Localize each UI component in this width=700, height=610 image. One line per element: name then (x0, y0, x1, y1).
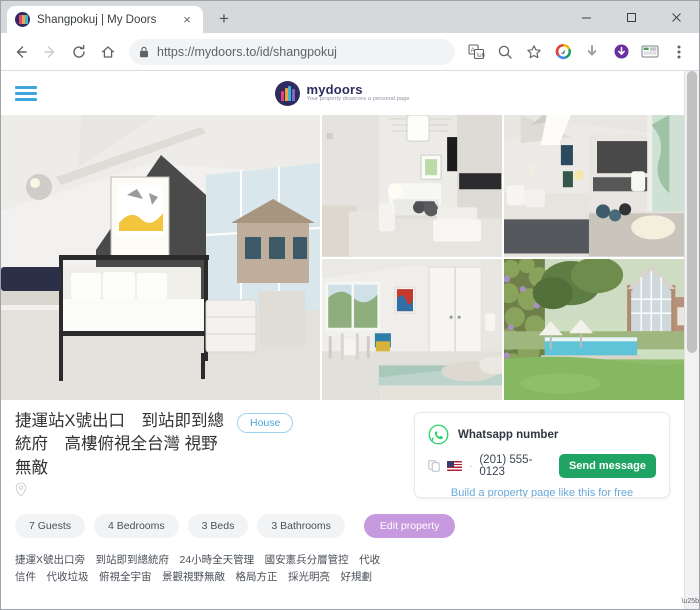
download-circle-icon (614, 44, 628, 59)
translate-icon: A\u6587 (467, 44, 485, 60)
scrollbar-thumb[interactable] (687, 71, 697, 353)
property-type-badge: House (237, 413, 294, 433)
title-row: 捷運站X號出口 到站即到總統府 高樓俯視全台灣 視野無敵 House (15, 410, 396, 480)
window-close-button[interactable] (654, 1, 699, 33)
fact-chip-beds: 3 Beds (187, 514, 249, 539)
reload-button[interactable] (65, 38, 93, 66)
tab-close-icon[interactable]: × (179, 12, 195, 28)
svg-text:\u6587: \u6587 (476, 53, 484, 59)
page-scrollbar[interactable]: \u25bc (681, 71, 699, 609)
site-brand: mydoors Your property deserves a persona… (1, 80, 684, 106)
new-tab-button[interactable]: + (211, 6, 237, 32)
scrollbar-down-arrow-icon[interactable]: \u25bc (681, 594, 699, 609)
copy-icon[interactable] (428, 460, 440, 472)
gallery-photo-living-room[interactable] (322, 115, 502, 257)
property-description: 捷運X號出口旁 到站即到總統府 24小時全天管理 國安憲兵分層管控 代收信件 代… (15, 554, 381, 584)
property-info: 捷運站X號出口 到站即到總統府 高樓俯視全台灣 視野無敵 House (15, 410, 396, 502)
home-icon (101, 45, 115, 58)
location-row (15, 482, 396, 502)
gallery-photo-bedroom[interactable] (322, 258, 502, 400)
window-minimize-button[interactable] (564, 1, 609, 33)
maximize-icon (627, 12, 636, 22)
property-facts: 7 Guests 4 Bedrooms 3 Beds 3 Bathrooms E… (1, 502, 684, 539)
url-text: https://mydoors.to/id/shangpokuj (157, 45, 337, 59)
build-page-promo-link[interactable]: Build a property page like this for free (428, 486, 656, 497)
attic-bedroom-photo (1, 115, 320, 400)
separator-dot: · (469, 460, 473, 472)
bedroom-photo (322, 258, 502, 400)
star-icon (527, 44, 541, 58)
back-arrow-icon (16, 45, 27, 58)
home-button[interactable] (94, 38, 122, 66)
location-pin-icon (15, 482, 27, 498)
kebab-menu-icon (677, 45, 681, 58)
forward-button[interactable] (36, 38, 64, 66)
browser-window: Shangpokuj | My Doors × + https://mydoor… (0, 0, 700, 610)
living-room-photo (322, 115, 502, 257)
whatsapp-phone-number: (201) 555-0123 (479, 454, 533, 478)
brand-tagline: Your property deserves a personal page (306, 95, 410, 102)
whatsapp-header: Whatsapp number (428, 424, 656, 445)
zoom-search-button[interactable] (491, 38, 519, 66)
forward-arrow-icon (44, 45, 55, 58)
extension-compass-button[interactable] (549, 38, 577, 66)
hamburger-menu-icon[interactable] (15, 85, 37, 101)
close-icon (672, 12, 681, 22)
mydoors-logo-icon (275, 80, 301, 106)
gallery-photo-garden[interactable] (504, 258, 684, 400)
browser-toolbar: https://mydoors.to/id/shangpokuj A\u6587 (1, 33, 699, 71)
fact-chip-bedrooms: 4 Bedrooms (94, 514, 179, 539)
site-header: mydoors Your property deserves a persona… (1, 71, 684, 115)
send-message-button[interactable]: Send message (558, 454, 656, 478)
download-icon (587, 44, 597, 56)
window-controls (564, 1, 699, 33)
browser-tab[interactable]: Shangpokuj | My Doors × (7, 6, 203, 33)
address-bar[interactable]: https://mydoors.to/id/shangpokuj (129, 38, 455, 65)
edit-property-button[interactable]: Edit property (363, 514, 456, 539)
gallery-grid (322, 115, 684, 400)
web-page: mydoors Your property deserves a persona… (1, 71, 684, 609)
reload-icon (73, 44, 85, 58)
whatsapp-contact-card: Whatsapp number · (201) 555-0123 Send me… (414, 412, 670, 498)
us-flag-icon (447, 461, 462, 471)
brand-name: mydoors (306, 82, 363, 98)
lounge-photo (504, 115, 684, 257)
svg-text:A: A (470, 48, 474, 54)
tab-strip: Shangpokuj | My Doors × + (1, 1, 699, 33)
whatsapp-label: Whatsapp number (458, 428, 559, 441)
back-button[interactable] (7, 38, 35, 66)
tab-favicon-icon (15, 12, 30, 27)
minimize-icon (582, 17, 591, 18)
search-icon (498, 45, 512, 59)
url-full: https://mydoors.to/id/shangpokuj (157, 44, 337, 59)
browser-viewport: mydoors Your property deserves a persona… (1, 71, 699, 609)
download-arrow-button[interactable] (578, 38, 606, 66)
whatsapp-icon (428, 424, 449, 445)
photo-gallery (1, 115, 684, 400)
whatsapp-phone-row: · (201) 555-0123 Send message (428, 454, 656, 478)
download-manager-button[interactable] (607, 38, 635, 66)
gallery-photo-lounge[interactable] (504, 115, 684, 257)
fact-chip-guests: 7 Guests (15, 514, 86, 539)
lock-icon (140, 46, 148, 57)
fact-chip-bathrooms: 3 Bathrooms (257, 514, 345, 539)
window-maximize-button[interactable] (609, 1, 654, 33)
garden-exterior-photo (504, 258, 684, 400)
gallery-photo-main[interactable] (1, 115, 320, 400)
bookmark-button[interactable] (520, 38, 548, 66)
chrome-menu-button[interactable] (665, 38, 693, 66)
reading-list-icon (641, 45, 659, 58)
property-details: 捷運站X號出口 到站即到總統府 高樓俯視全台灣 視野無敵 House Whats… (1, 400, 684, 502)
reading-list-button[interactable] (636, 38, 664, 66)
tab-title: Shangpokuj | My Doors (37, 13, 157, 26)
compass-icon (555, 44, 571, 60)
translate-button[interactable]: A\u6587 (462, 38, 490, 66)
property-title: 捷運站X號出口 到站即到總統府 高樓俯視全台灣 視野無敵 (15, 412, 225, 477)
